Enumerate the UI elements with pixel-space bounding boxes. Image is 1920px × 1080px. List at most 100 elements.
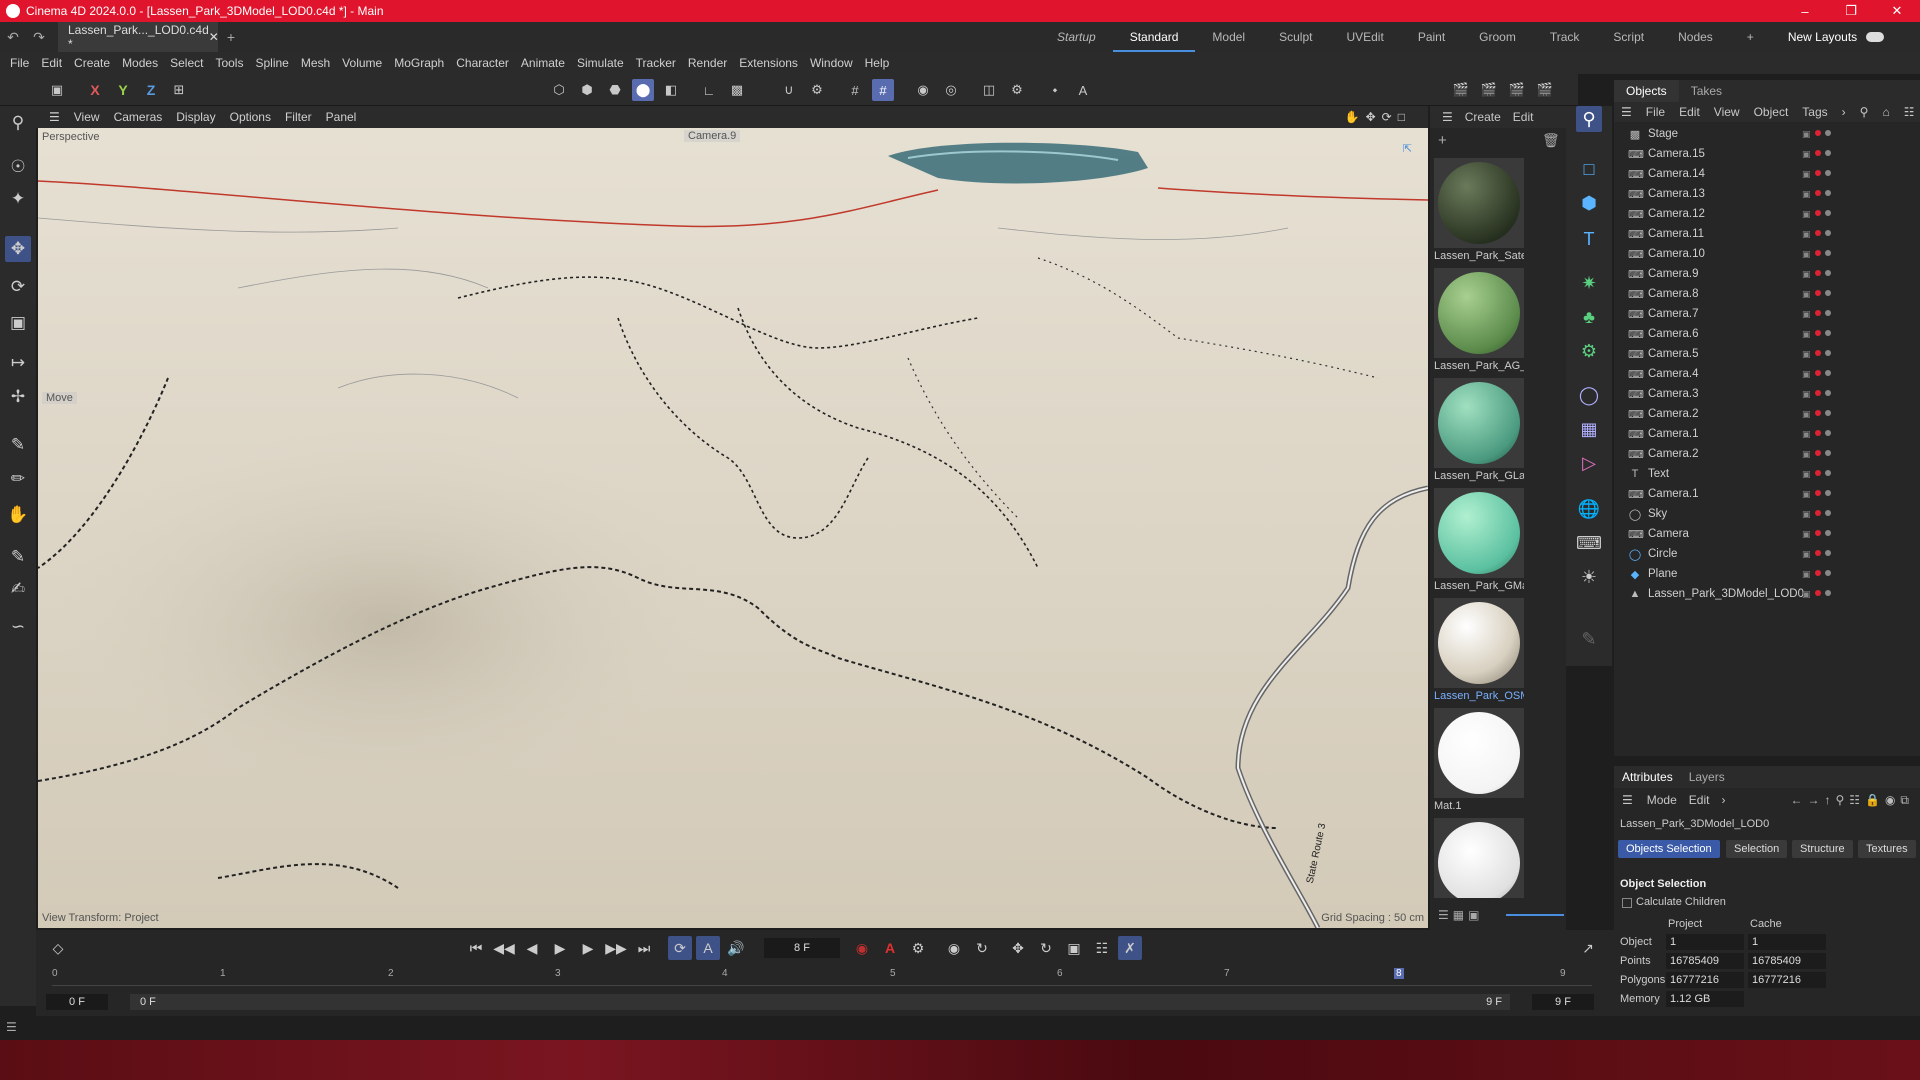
- object-mode-icon[interactable]: ⬤: [632, 79, 654, 101]
- material-item-selected[interactable]: Lassen_Park_OSM: [1434, 598, 1524, 702]
- points-mode-icon[interactable]: ⬡: [548, 79, 570, 101]
- axis-y-button[interactable]: Y: [112, 79, 134, 101]
- placement-tool-icon[interactable]: ✢: [5, 384, 31, 410]
- menu-modes[interactable]: Modes: [116, 56, 164, 70]
- autokey-mode-icon[interactable]: A: [696, 936, 720, 960]
- visibility-flags[interactable]: ▣: [1802, 529, 1831, 540]
- axis-mode-icon[interactable]: ∟: [698, 79, 720, 101]
- menu-mograph[interactable]: MoGraph: [388, 56, 450, 70]
- transfer-tool-icon[interactable]: ↦: [5, 350, 31, 376]
- visibility-flags[interactable]: ▣: [1802, 509, 1831, 520]
- object-row[interactable]: ⌨ Camera ▣: [1620, 524, 1920, 544]
- viewport-nav-icons[interactable]: ✋✥⟳□: [1338, 110, 1418, 124]
- viewport-menu-filter[interactable]: Filter: [278, 110, 319, 124]
- timeline-ruler[interactable]: 0 1 2 3 4 5 6 7 8 9: [52, 966, 1592, 986]
- render-queue-icon[interactable]: 🎬: [1534, 79, 1556, 101]
- key-position-icon[interactable]: ◉: [942, 936, 966, 960]
- tab-layers[interactable]: Layers: [1681, 770, 1733, 784]
- tab-objects[interactable]: Objects: [1614, 80, 1679, 102]
- visibility-flags[interactable]: ▣: [1802, 549, 1831, 560]
- render-settings-icon[interactable]: 🎬: [1506, 79, 1528, 101]
- uv-mode-icon[interactable]: ◧: [660, 79, 682, 101]
- render-to-picture-viewer-icon[interactable]: 🎬: [1478, 79, 1500, 101]
- menu-edit[interactable]: Edit: [35, 56, 68, 70]
- object-row[interactable]: ⌨ Camera.13 ▣: [1620, 184, 1920, 204]
- environment-icon[interactable]: 🌐: [1576, 496, 1602, 522]
- visibility-flags[interactable]: ▣: [1802, 189, 1831, 200]
- visibility-flags[interactable]: ▣: [1802, 449, 1831, 460]
- material-view-mode-icons[interactable]: ☰▦▣: [1438, 908, 1483, 922]
- object-row[interactable]: ▲ Lassen_Park_3DModel_LOD0 ▣: [1620, 584, 1920, 604]
- next-frame-icon[interactable]: ▶: [576, 936, 600, 960]
- mirror-icon[interactable]: ◫: [978, 79, 1000, 101]
- object-filter-icon[interactable]: ☷: [1897, 105, 1920, 119]
- visibility-flags[interactable]: ▣: [1802, 429, 1831, 440]
- go-to-end-icon[interactable]: ⏭: [632, 936, 656, 960]
- attribute-menu-edit[interactable]: Edit: [1683, 793, 1716, 807]
- selection-tools-icon[interactable]: ✦: [5, 186, 31, 212]
- object-row[interactable]: ⌨ Camera.12 ▣: [1620, 204, 1920, 224]
- menu-window[interactable]: Window: [804, 56, 859, 70]
- grid-icon[interactable]: #: [844, 79, 866, 101]
- tab-takes[interactable]: Takes: [1679, 84, 1734, 98]
- object-row[interactable]: ◯ Sky ▣: [1620, 504, 1920, 524]
- material-item[interactable]: Mat.1: [1434, 708, 1524, 812]
- visibility-flags[interactable]: ▣: [1802, 209, 1831, 220]
- min-time-field[interactable]: 0 F: [46, 994, 108, 1010]
- loop-icon[interactable]: ⟳: [668, 936, 692, 960]
- attribute-menu-mode[interactable]: Mode: [1641, 793, 1683, 807]
- visibility-flags[interactable]: ▣: [1802, 169, 1831, 180]
- viewport-hamburger-icon[interactable]: ☰: [42, 110, 67, 124]
- generator-icon[interactable]: ✷: [1576, 270, 1602, 296]
- previous-key-icon[interactable]: ◀◀: [492, 936, 516, 960]
- object-row[interactable]: ⌨ Camera.1 ▣: [1620, 484, 1920, 504]
- minimize-button[interactable]: –: [1782, 0, 1828, 22]
- object-search-icon[interactable]: ⚲: [1853, 105, 1876, 119]
- paint-tool-icon[interactable]: ✍: [5, 576, 31, 602]
- object-row[interactable]: ⌨ Camera.14 ▣: [1620, 164, 1920, 184]
- camera-object-icon[interactable]: ⌨: [1576, 530, 1602, 556]
- brush-icon[interactable]: ✎: [5, 544, 31, 570]
- texture-mode-icon[interactable]: ▩: [726, 79, 748, 101]
- undo-icon[interactable]: ↶: [0, 29, 26, 46]
- polygon-primitive-icon[interactable]: □: [1576, 156, 1602, 182]
- attribute-hamburger-icon[interactable]: ☰: [1614, 793, 1641, 807]
- volume-icon[interactable]: ▦: [1576, 416, 1602, 442]
- light-icon[interactable]: ☀: [1576, 564, 1602, 590]
- object-row[interactable]: ⌨ Camera.2 ▣: [1620, 404, 1920, 424]
- material-menu-edit[interactable]: Edit: [1507, 110, 1540, 124]
- layout-groom[interactable]: Groom: [1462, 30, 1533, 44]
- key-param-icon[interactable]: ↻: [1034, 936, 1058, 960]
- viewport-menu-display[interactable]: Display: [169, 110, 222, 124]
- next-key-icon[interactable]: ▶▶: [604, 936, 628, 960]
- spline-smooth-icon[interactable]: ✋: [5, 502, 31, 528]
- symmetry-icon[interactable]: ◎: [940, 79, 962, 101]
- visibility-flags[interactable]: ▣: [1802, 409, 1831, 420]
- menu-help[interactable]: Help: [859, 56, 896, 70]
- interpolation-icon[interactable]: ✗: [1118, 936, 1142, 960]
- visibility-flags[interactable]: ▣: [1802, 589, 1831, 600]
- calculate-children-checkbox[interactable]: [1622, 898, 1632, 908]
- new-tab-icon[interactable]: +: [218, 29, 244, 45]
- sound-icon[interactable]: 🔊: [724, 936, 748, 960]
- zoom-icon[interactable]: ⚲: [5, 110, 31, 136]
- object-row[interactable]: ⌨ Camera.6 ▣: [1620, 324, 1920, 344]
- scale-tool-icon[interactable]: ▣: [5, 310, 31, 336]
- object-row[interactable]: ◆ Plane ▣: [1620, 564, 1920, 584]
- workplane-icon[interactable]: #: [872, 79, 894, 101]
- tab-attributes[interactable]: Attributes: [1614, 770, 1681, 784]
- layout-track[interactable]: Track: [1533, 30, 1597, 44]
- knife-tool-icon[interactable]: ∽: [5, 614, 31, 640]
- object-row[interactable]: ⌨ Camera.9 ▣: [1620, 264, 1920, 284]
- new-layouts-label[interactable]: New Layouts: [1771, 30, 1874, 44]
- object-row[interactable]: ⌨ Camera.10 ▣: [1620, 244, 1920, 264]
- viewport-camera-label[interactable]: Camera.9: [684, 130, 741, 142]
- visibility-flags[interactable]: ▣: [1802, 389, 1831, 400]
- visibility-flags[interactable]: ▣: [1802, 149, 1831, 160]
- menu-render[interactable]: Render: [682, 56, 733, 70]
- object-home-icon[interactable]: ⌂: [1875, 105, 1896, 119]
- add-material-icon[interactable]: +: [1438, 132, 1447, 149]
- cube-icon[interactable]: ⬢: [1576, 190, 1602, 216]
- object-row[interactable]: ⌨ Camera.7 ▣: [1620, 304, 1920, 324]
- new-layouts-toggle[interactable]: [1866, 32, 1885, 42]
